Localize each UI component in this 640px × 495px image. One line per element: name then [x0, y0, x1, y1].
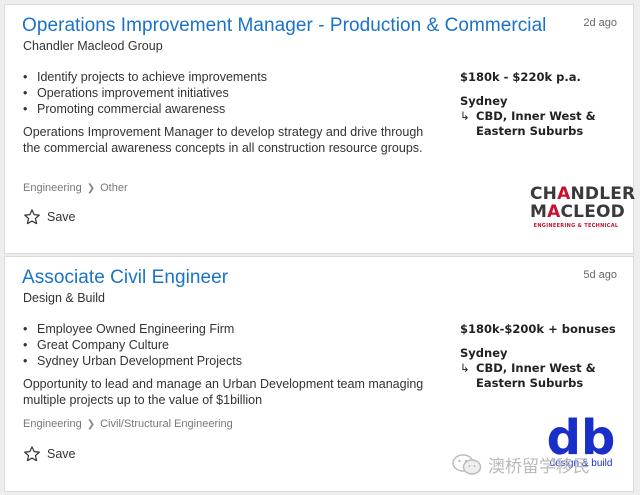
logo-accent: A [557, 184, 571, 204]
selling-points: Employee Owned Engineering Firm Great Co… [23, 321, 242, 369]
selling-point: Identify projects to achieve improvement… [23, 69, 267, 85]
logo-accent: A [547, 202, 561, 222]
location-block: Sydney ↳ CBD, Inner West & Eastern Suburb… [460, 346, 626, 391]
classification-breadcrumb: Engineering ❯ Other [23, 182, 128, 194]
job-description: Opportunity to lead and manage an Urban … [23, 377, 424, 407]
location-block: Sydney ↳ CBD, Inner West & Eastern Suburb… [460, 94, 626, 139]
job-list: Operations Improvement Manager - Product… [0, 0, 640, 495]
save-label: Save [47, 447, 76, 461]
salary: $180k-$200k + bonuses [460, 322, 616, 336]
star-outline-icon [24, 446, 40, 462]
selling-point: Employee Owned Engineering Firm [23, 321, 242, 337]
return-arrow-icon: ↳ [460, 361, 470, 375]
logo-text: CHANDLER [530, 184, 636, 204]
classification-breadcrumb: Engineering ❯ Civil/Structural Engineering [23, 418, 233, 430]
job-description: Operations Improvement Manager to develo… [23, 125, 424, 155]
logo-tagline: ENGINEERING & TECHNICAL [533, 223, 619, 229]
save-job-button[interactable]: Save [23, 445, 76, 463]
location: Sydney [460, 94, 508, 108]
selling-points: Identify projects to achieve improvement… [23, 69, 267, 117]
selling-point: Great Company Culture [23, 337, 242, 353]
category-link[interactable]: Engineering [23, 182, 82, 194]
selling-point: Promoting commercial awareness [23, 101, 267, 117]
listing-age: 2d ago [583, 17, 617, 29]
subcategory-link[interactable]: Other [100, 182, 128, 194]
watermark-text: 澳桥留学移民 [488, 457, 590, 476]
company-name: Chandler Macleod Group [23, 39, 163, 53]
save-job-button[interactable]: Save [23, 208, 76, 226]
category-link[interactable]: Engineering [23, 418, 82, 430]
chevron-right-icon: ❯ [86, 183, 96, 194]
company-name: Design & Build [23, 291, 105, 305]
listing-age: 5d ago [583, 269, 617, 281]
selling-point: Operations improvement initiatives [23, 85, 267, 101]
star-outline-icon [24, 209, 40, 225]
job-title-link[interactable]: Operations Improvement Manager - Product… [22, 15, 546, 37]
logo-text: MACLEOD [530, 202, 625, 222]
return-arrow-icon: ↳ [460, 109, 470, 123]
watermark: 澳桥留学移民 [452, 452, 590, 477]
area: CBD, Inner West & Eastern Suburbs [476, 361, 596, 390]
save-label: Save [47, 210, 76, 224]
job-title-link[interactable]: Associate Civil Engineer [22, 267, 228, 289]
wechat-icon [452, 453, 482, 475]
area: CBD, Inner West & Eastern Suburbs [476, 109, 596, 138]
location: Sydney [460, 346, 508, 360]
salary: $180k - $220k p.a. [460, 70, 581, 84]
chevron-right-icon: ❯ [86, 419, 96, 430]
company-logo: CHANDLER MACLEOD ENGINEERING & TECHNICAL [530, 184, 636, 237]
subcategory-link[interactable]: Civil/Structural Engineering [100, 418, 233, 430]
selling-point: Sydney Urban Development Projects [23, 353, 242, 369]
job-card[interactable]: Operations Improvement Manager - Product… [4, 4, 636, 254]
